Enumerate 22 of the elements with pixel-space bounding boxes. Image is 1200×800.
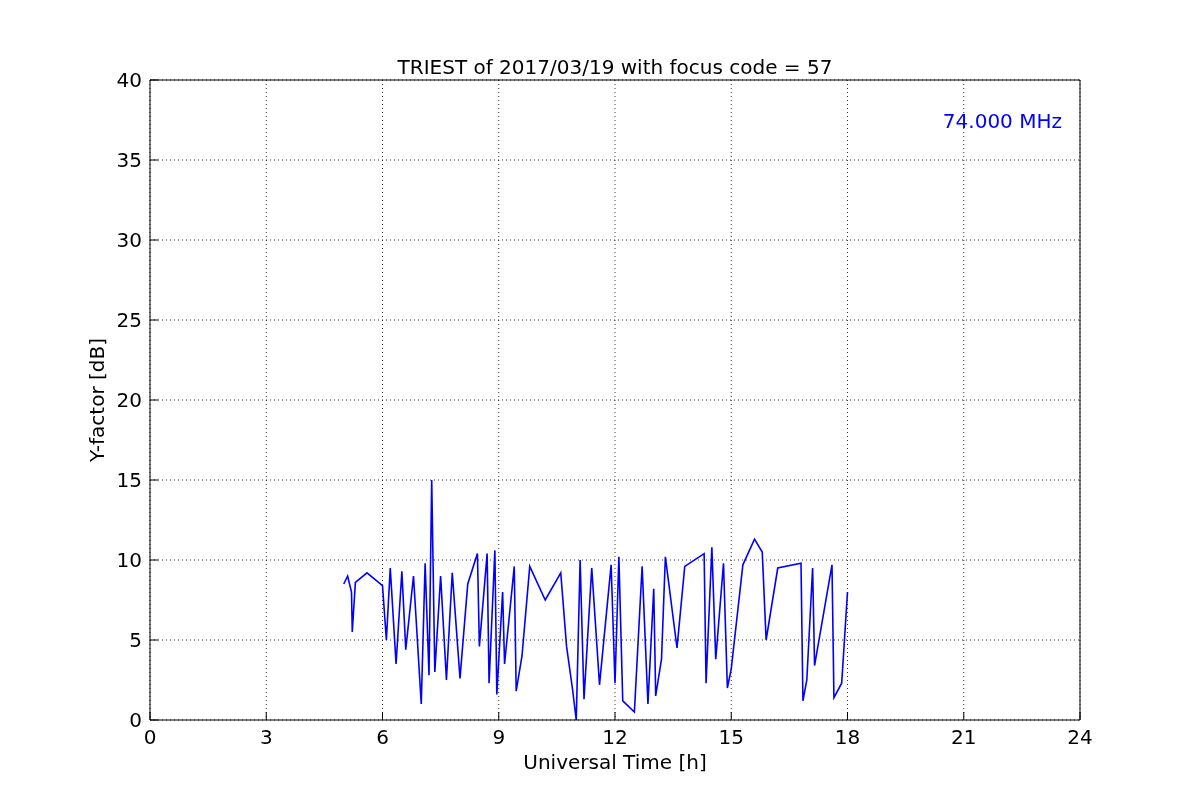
y-tick-label: 15 [116,468,142,492]
x-tick-label: 6 [376,725,389,749]
x-tick-label: 18 [834,725,861,749]
x-tick-label: 9 [492,725,506,749]
y-tick-label: 5 [129,628,142,652]
x-tick-label: 12 [602,725,628,749]
x-tick-label: 15 [718,725,744,749]
x-tick-label: 21 [951,725,977,749]
chart-title: TRIEST of 2017/03/19 with focus code = 57 [397,55,833,79]
y-tick-label: 10 [116,548,142,572]
y-tick-label: 30 [116,228,142,252]
x-axis-label: Universal Time [h] [523,750,707,774]
y-tick-label: 35 [116,148,142,172]
y-tick-label: 20 [116,388,142,412]
x-tick-label: 3 [259,725,273,749]
y-tick-label: 0 [129,708,142,732]
frequency-annotation: 74.000 MHz [942,109,1062,133]
y-tick-label: 40 [116,68,142,92]
x-tick-label: 24 [1067,725,1093,749]
x-tick-label: 0 [143,725,157,749]
y-axis-label: Y-factor [dB] [85,338,109,462]
y-tick-label: 25 [116,308,142,332]
